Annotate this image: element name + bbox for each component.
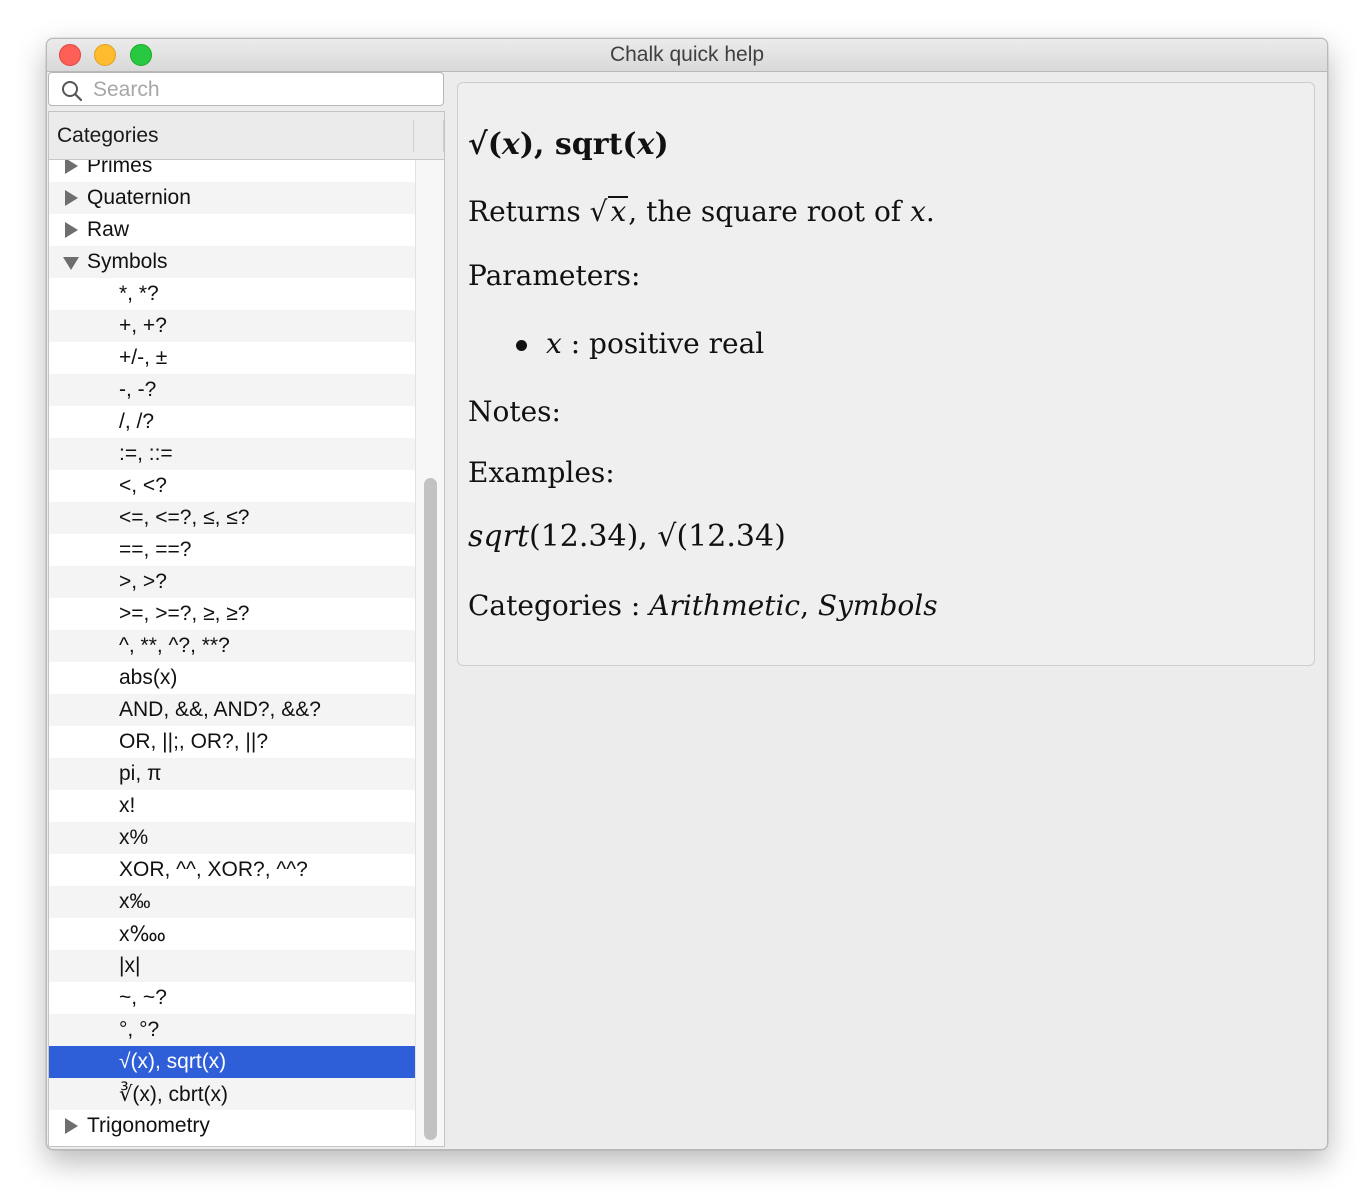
function-label: +/-, ±	[119, 346, 168, 369]
categories-outline[interactable]: Primes Quaternion Raw Symbols *, *? +, +? +/-,…	[48, 111, 445, 1147]
function-row[interactable]: √(x), sqrt(x)	[49, 1046, 415, 1078]
column-divider	[413, 120, 414, 152]
function-label: /, /?	[119, 410, 155, 433]
column-header-label: Categories	[57, 124, 159, 147]
function-row[interactable]: x!	[49, 790, 415, 822]
radicand: x	[608, 195, 629, 228]
function-label: >=, >=?, ≥, ≥?	[119, 602, 250, 625]
function-label: x%	[119, 826, 149, 849]
function-row[interactable]: :=, ::=	[49, 438, 415, 470]
function-row[interactable]: °, °?	[49, 1014, 415, 1046]
function-row[interactable]: >=, >=?, ≥, ≥?	[49, 598, 415, 630]
function-row[interactable]: x‰	[49, 886, 415, 918]
function-row[interactable]: +/-, ±	[49, 342, 415, 374]
function-row[interactable]: AND, &&, AND?, &&?	[49, 694, 415, 726]
disclosure-collapsed-icon[interactable]	[65, 1118, 78, 1134]
function-label: abs(x)	[119, 666, 178, 689]
category-row[interactable]: Raw	[49, 214, 415, 246]
function-row[interactable]: <, <?	[49, 470, 415, 502]
function-row[interactable]: ==, ==?	[49, 534, 415, 566]
function-row[interactable]: ^, **, ^?, **?	[49, 630, 415, 662]
search-field[interactable]	[48, 72, 444, 106]
function-label: OR, ||;, OR?, ||?	[119, 730, 269, 753]
parameters-heading: Parameters:	[468, 259, 641, 292]
function-label: √(x), sqrt(x)	[119, 1050, 227, 1073]
function-label: ~, ~?	[119, 986, 167, 1009]
notes-heading: Notes:	[468, 395, 561, 428]
function-row[interactable]: abs(x)	[49, 662, 415, 694]
category-link[interactable]: Symbols	[818, 589, 938, 622]
search-icon	[62, 81, 83, 102]
function-label: x‱	[119, 923, 166, 946]
examples-heading: Examples:	[468, 456, 615, 489]
function-row[interactable]: OR, ||;, OR?, ||?	[49, 726, 415, 758]
function-label: °, °?	[119, 1018, 160, 1041]
function-label: x‰	[119, 890, 151, 913]
function-label: >, >?	[119, 570, 167, 593]
scrollbar-thumb[interactable]	[424, 478, 437, 1140]
category-row[interactable]: Symbols	[49, 246, 415, 278]
function-label: -, -?	[119, 378, 157, 401]
function-label: ==, ==?	[119, 538, 192, 561]
function-row[interactable]: |x|	[49, 950, 415, 982]
example-expression: sqrt(12.34), √(12.34)	[468, 519, 786, 554]
disclosure-collapsed-icon[interactable]	[65, 158, 78, 174]
disclosure-collapsed-icon[interactable]	[65, 190, 78, 206]
outline-rows: Primes Quaternion Raw Symbols *, *? +, +? +/-,…	[49, 150, 415, 1142]
function-label: *, *?	[119, 282, 159, 305]
category-row[interactable]: Quaternion	[49, 182, 415, 214]
category-label: Trigonometry	[87, 1114, 210, 1137]
function-row[interactable]: >, >?	[49, 566, 415, 598]
function-label: XOR, ^^, XOR?, ^^?	[119, 858, 308, 881]
function-row[interactable]: ~, ~?	[49, 982, 415, 1014]
parameter-item: x : positive real	[546, 327, 765, 360]
doc-title: √(x), sqrt(x)	[468, 127, 669, 162]
function-label: AND, &&, AND?, &&?	[119, 698, 321, 721]
window-title: Chalk quick help	[609, 43, 765, 66]
function-label: <, <?	[119, 474, 167, 497]
function-label: ∛(x), cbrt(x)	[119, 1083, 229, 1106]
function-label: pi, π	[119, 762, 162, 785]
categories-line: Categories : Arithmetic, Symbols	[468, 589, 938, 622]
function-row[interactable]: XOR, ^^, XOR?, ^^?	[49, 854, 415, 886]
function-label: ^, **, ^?, **?	[119, 634, 230, 657]
disclosure-expanded-icon[interactable]	[63, 257, 79, 270]
radical-sign: √	[589, 195, 608, 228]
disclosure-collapsed-icon[interactable]	[65, 222, 78, 238]
categories-column-header[interactable]: Categories	[49, 112, 444, 160]
function-row[interactable]: *, *?	[49, 278, 415, 310]
function-row[interactable]: +, +?	[49, 310, 415, 342]
function-label: |x|	[119, 954, 141, 977]
title-bar[interactable]: Chalk quick help	[47, 39, 1327, 72]
help-document: √(x), sqrt(x) Returns √ x, the square roo…	[457, 82, 1315, 666]
help-window: Chalk quick help PrimesQuaternionRawSymb…	[46, 38, 1328, 1150]
category-link[interactable]: Arithmetic	[649, 589, 800, 622]
function-row[interactable]: ∛(x), cbrt(x)	[49, 1078, 415, 1110]
category-label: Raw	[87, 218, 130, 241]
function-row[interactable]: <=, <=?, ≤, ≤?	[49, 502, 415, 534]
function-label: x!	[119, 794, 136, 817]
function-label: <=, <=?, ≤, ≤?	[119, 506, 250, 529]
column-divider	[443, 120, 444, 152]
function-label: +, +?	[119, 314, 167, 337]
function-row[interactable]: -, -?	[49, 374, 415, 406]
category-row[interactable]: Trigonometry	[49, 1110, 415, 1142]
function-row[interactable]: /, /?	[49, 406, 415, 438]
bullet-icon	[516, 340, 527, 351]
category-label: Symbols	[87, 250, 168, 273]
returns-text: Returns √ x, the square root of x.	[468, 195, 935, 228]
function-row[interactable]: x‱	[49, 918, 415, 950]
function-row[interactable]: x%	[49, 822, 415, 854]
function-row[interactable]: pi, π	[49, 758, 415, 790]
search-input[interactable]	[91, 75, 435, 105]
category-label: Quaternion	[87, 186, 191, 209]
function-label: :=, ::=	[119, 442, 173, 465]
